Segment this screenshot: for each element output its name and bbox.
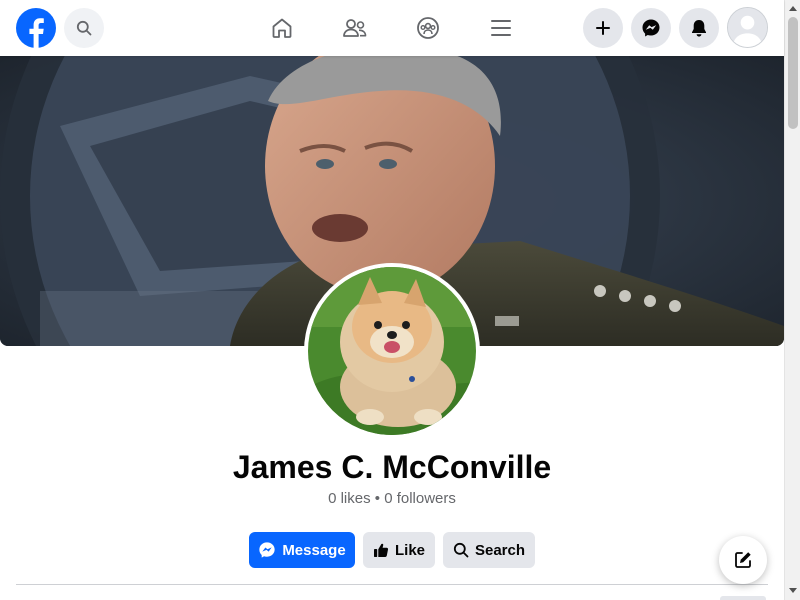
search-icon [76, 20, 92, 36]
scroll-down-arrow-icon[interactable] [789, 588, 797, 593]
account-avatar[interactable] [727, 7, 768, 48]
compose-message-button[interactable] [719, 536, 767, 584]
home-icon [272, 18, 292, 38]
top-navigation-bar [0, 0, 784, 56]
messenger-icon [259, 542, 275, 558]
bell-icon [692, 20, 706, 37]
notifications-button[interactable] [679, 8, 719, 48]
search-page-button[interactable]: Search [443, 532, 535, 568]
create-button[interactable] [583, 8, 623, 48]
tab-strip-peek [720, 596, 766, 600]
like-button[interactable]: Like [363, 532, 435, 568]
message-button-label: Message [282, 541, 346, 559]
plus-icon [596, 21, 610, 35]
nav-menu[interactable] [485, 12, 517, 44]
search-button-label: Search [474, 541, 526, 559]
friends-icon [343, 19, 367, 37]
search-button[interactable] [64, 8, 104, 48]
page-scrollbar[interactable] [784, 0, 800, 600]
nav-home[interactable] [266, 12, 298, 44]
groups-icon [417, 17, 439, 39]
profile-name: James C. McConville [232, 449, 552, 485]
profile-picture[interactable] [304, 263, 480, 439]
profile-photo-image [308, 267, 476, 435]
like-button-label: Like [394, 541, 425, 559]
scroll-up-arrow-icon[interactable] [789, 6, 797, 11]
compose-icon [735, 552, 751, 568]
menu-icon [491, 20, 511, 36]
thumbs-up-icon [373, 543, 389, 557]
nav-groups[interactable] [412, 12, 444, 44]
section-divider [16, 584, 768, 585]
messenger-button[interactable] [631, 8, 671, 48]
search-icon [453, 542, 469, 558]
avatar-icon [728, 8, 767, 47]
facebook-logo-icon [16, 8, 56, 48]
profile-stats: 0 likes • 0 followers [328, 490, 456, 507]
nav-friends[interactable] [339, 12, 371, 44]
message-button[interactable]: Message [249, 532, 355, 568]
scrollbar-thumb[interactable] [788, 17, 798, 129]
facebook-logo[interactable] [16, 8, 56, 48]
messenger-icon [642, 19, 660, 37]
